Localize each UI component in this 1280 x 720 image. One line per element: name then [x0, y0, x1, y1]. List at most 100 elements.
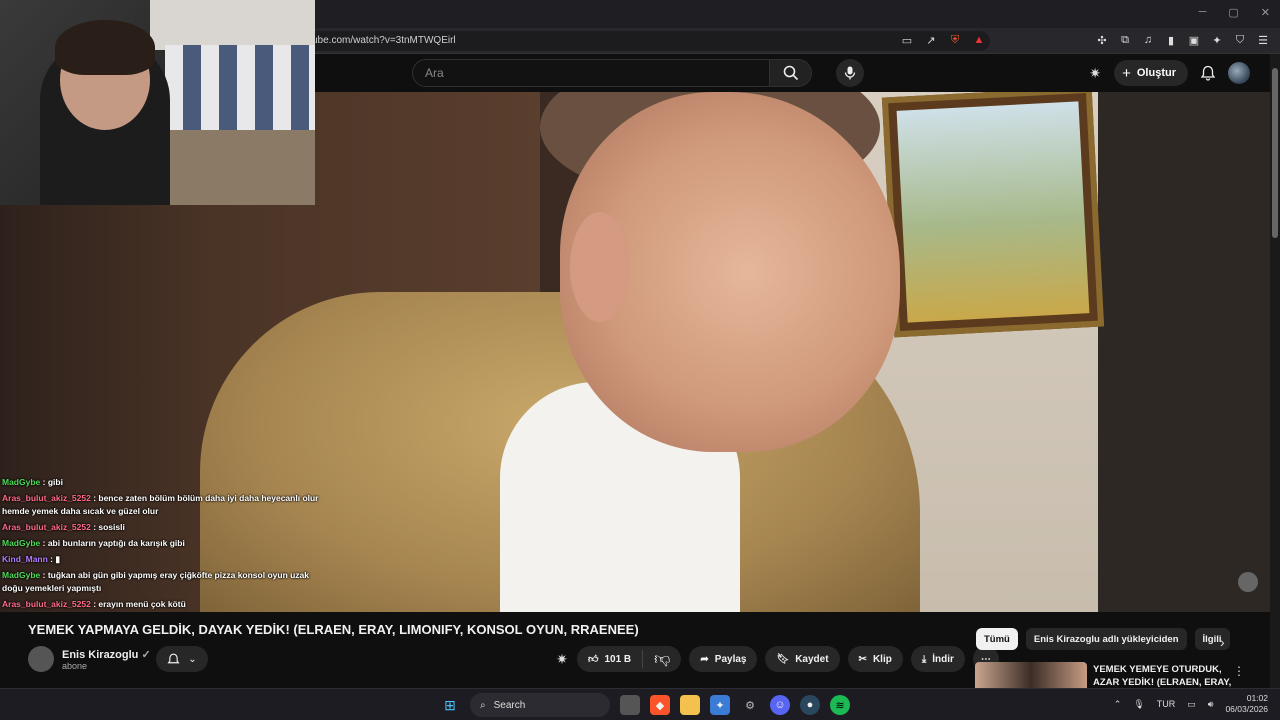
url-actions: ▭ ↗ ⛨ ▲: [900, 33, 986, 47]
chat-text: erayın menü çok kötü: [98, 599, 186, 610]
windows-start-icon[interactable]: ⊞: [440, 695, 460, 715]
thumbs-up-icon: 👍︎: [588, 654, 599, 665]
brave-browser-icon[interactable]: ◆: [650, 695, 670, 715]
media-icon[interactable]: ♫: [1141, 33, 1155, 47]
chat-text: tuğkan abi gün gibi yapmış eray çiğköfte…: [2, 570, 310, 594]
page-scrollbar[interactable]: [1270, 54, 1280, 688]
clip-label: Klip: [872, 653, 892, 665]
person-ear: [570, 212, 630, 322]
leo-ai-icon[interactable]: ✦: [1210, 33, 1224, 47]
user-avatar[interactable]: [1228, 62, 1250, 84]
video-right-area: [1098, 92, 1280, 612]
chat-message: Aras_bulut_akiz_5252 : erayın menü çok k…: [2, 598, 322, 611]
thumbs-down-icon: 👎︎: [654, 650, 671, 668]
painting-image: [881, 92, 1105, 338]
cast-icon[interactable]: ▭: [900, 33, 914, 47]
chevron-right-icon[interactable]: ›: [1220, 634, 1225, 650]
sidebar-icon[interactable]: ▮: [1164, 33, 1178, 47]
download-button[interactable]: ⤓ İndir: [910, 646, 965, 672]
video-actions: ✷ 👍︎ 101 B 👎︎ ➦ Paylaş 🔖︎ Kaydet ✂ Klip …: [555, 646, 999, 672]
streamer-hair: [55, 20, 155, 75]
dislike-button[interactable]: 👎︎: [643, 650, 681, 669]
like-button[interactable]: 👍︎ 101 B: [577, 650, 644, 668]
maximize-icon[interactable]: ▢: [1228, 6, 1238, 19]
chat-username[interactable]: MadGybe: [2, 477, 40, 487]
chat-separator: :: [40, 477, 48, 487]
channel-avatar[interactable]: [28, 646, 54, 672]
vpn-icon[interactable]: ⛉: [1233, 33, 1247, 47]
chat-message: MadGybe : abi bunların yaptığı da karışı…: [2, 537, 322, 550]
recommendation-filter-chips: Tümü Enis Kirazoglu adlı yükleyiciden İlgi…: [976, 628, 1230, 650]
volume-icon[interactable]: 🔊︎: [1208, 699, 1214, 710]
webcam-bed: [165, 45, 315, 130]
task-view-icon[interactable]: [620, 695, 640, 715]
brave-rewards-icon[interactable]: ▲: [972, 33, 986, 47]
minimize-icon[interactable]: ─: [1199, 6, 1207, 19]
ai-sparkle-icon[interactable]: ✷: [1088, 65, 1102, 81]
share-page-icon[interactable]: ↗: [924, 33, 938, 47]
channel-info: Enis Kirazoglu ✓ abone: [28, 646, 151, 672]
chat-message: Kind_Mann : ▮: [2, 553, 322, 566]
voice-search-button[interactable]: [836, 59, 864, 87]
subscriber-count: abone: [62, 660, 88, 671]
wallet-icon[interactable]: ▣: [1187, 33, 1201, 47]
subscription-bell-button[interactable]: ⌄: [156, 646, 208, 672]
save-button[interactable]: 🔖︎ Kaydet: [765, 646, 840, 672]
like-dislike-group: 👍︎ 101 B 👎︎: [577, 646, 682, 672]
chat-username[interactable]: MadGybe: [2, 538, 40, 548]
channel-name[interactable]: Enis Kirazoglu ✓: [62, 648, 151, 661]
window-controls: ─ ▢ ✕: [1199, 6, 1270, 19]
clip-button[interactable]: ✂ Klip: [847, 646, 903, 672]
share-button[interactable]: ➦ Paylaş: [689, 646, 758, 672]
screenshot-icon[interactable]: ⧉: [1118, 33, 1132, 47]
close-icon[interactable]: ✕: [1261, 6, 1270, 19]
steam-icon[interactable]: ●: [800, 695, 820, 715]
download-label: İndir: [932, 653, 954, 665]
like-count: 101 B: [604, 653, 632, 665]
chat-username[interactable]: MadGybe: [2, 570, 40, 580]
url-bar[interactable]: ube.com/watch?v=3tnMTWQEirl: [300, 31, 990, 51]
settings-gear-icon[interactable]: ⚙: [740, 695, 760, 715]
clock-date: 06/03/2026: [1225, 704, 1268, 715]
chat-separator: :: [40, 570, 48, 581]
chat-text: gibi: [47, 477, 63, 487]
create-button[interactable]: + Oluştur: [1114, 60, 1188, 86]
extension-puzzle-icon[interactable]: ✣: [1095, 33, 1109, 47]
spotify-icon[interactable]: ≋: [830, 695, 850, 715]
taskbar-search[interactable]: ⌕ Search: [470, 693, 610, 717]
search-input[interactable]: [412, 59, 770, 87]
notifications-bell-icon[interactable]: [1200, 65, 1216, 81]
chat-separator: :: [40, 538, 48, 549]
system-clock[interactable]: 01:02 06/03/2026: [1225, 693, 1268, 715]
video-avatar-icon[interactable]: [1238, 572, 1258, 592]
chat-username[interactable]: Aras_bulut_akiz_5252: [2, 599, 91, 609]
language-indicator[interactable]: TUR: [1157, 699, 1176, 709]
network-icon[interactable]: ▭: [1187, 699, 1196, 710]
taskbar-search-label: Search: [493, 699, 526, 711]
brave-shield-icon[interactable]: ⛨: [948, 33, 962, 47]
discord-icon[interactable]: ☺: [770, 695, 790, 715]
network-app-icon[interactable]: ✦: [710, 695, 730, 715]
chat-username[interactable]: Aras_bulut_akiz_5252: [2, 522, 91, 532]
chevron-down-icon: ⌄: [188, 653, 197, 665]
scrollbar-thumb[interactable]: [1272, 68, 1278, 238]
filter-chip[interactable]: Enis Kirazoglu adlı yükleyiciden: [1025, 628, 1187, 650]
search-icon: [783, 65, 798, 81]
filter-chip[interactable]: Tümü: [976, 628, 1018, 650]
bookmark-icon: 🔖︎: [776, 653, 790, 665]
verified-icon: ✓: [141, 648, 151, 661]
search-button[interactable]: [770, 59, 812, 87]
chat-username[interactable]: Aras_bulut_akiz_5252: [2, 493, 91, 503]
share-arrow-icon: ➦: [700, 653, 709, 665]
more-vertical-icon[interactable]: ⋮: [1233, 664, 1245, 678]
plus-icon: +: [1122, 64, 1131, 82]
video-title: YEMEK YAPMAYA GELDİK, DAYAK YEDİK! (ELRA…: [28, 622, 639, 637]
ask-ai-icon[interactable]: ✷: [555, 651, 569, 667]
header-actions: ✷ + Oluştur: [1088, 60, 1250, 86]
create-label: Oluştur: [1136, 67, 1176, 79]
chat-username[interactable]: Kind_Mann: [2, 554, 48, 564]
chevron-up-icon[interactable]: ⌃: [1114, 699, 1122, 710]
menu-icon[interactable]: ☰: [1256, 33, 1270, 47]
file-explorer-icon[interactable]: [680, 695, 700, 715]
microphone-tray-icon[interactable]: 🎙︎: [1133, 699, 1144, 710]
